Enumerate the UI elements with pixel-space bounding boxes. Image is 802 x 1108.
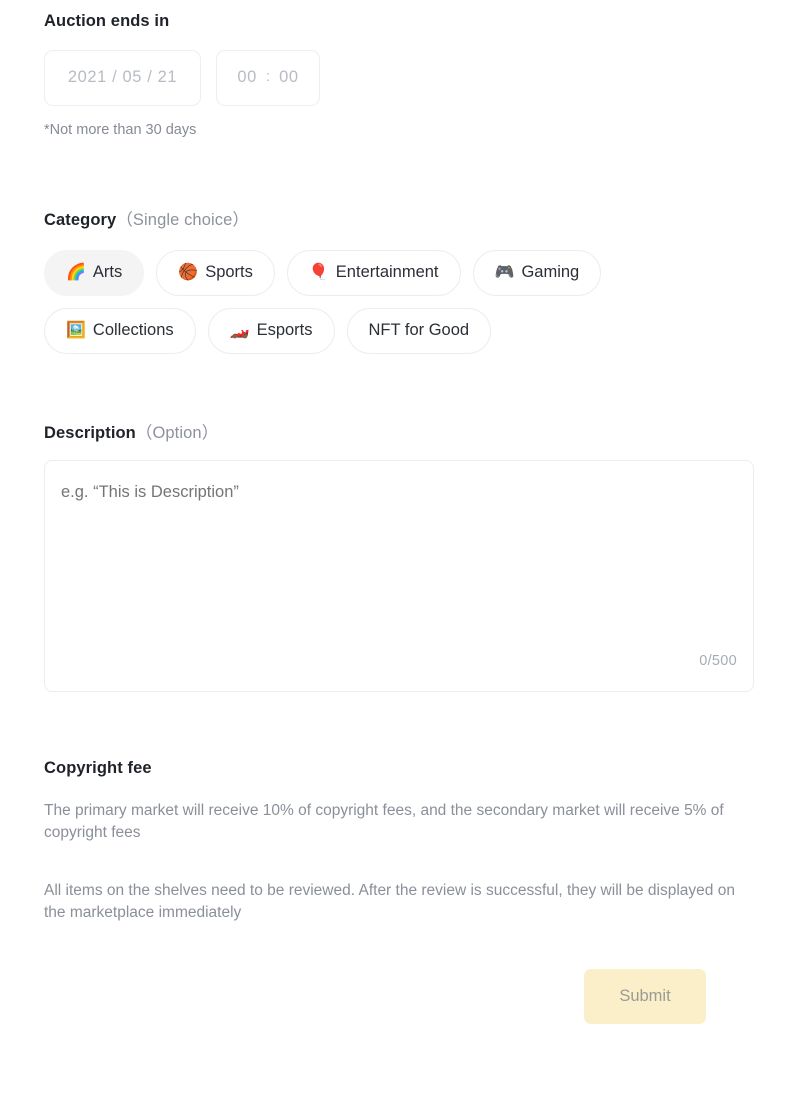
category-chip-label: Collections — [92, 321, 174, 340]
category-chip-entertainment[interactable]: 🎈 Entertainment — [286, 249, 461, 296]
category-title-text: Category — [44, 211, 117, 229]
description-section: Description（Option） 0/500 — [44, 425, 754, 692]
description-textarea[interactable] — [45, 460, 753, 691]
time-colon-separator-icon: : — [265, 68, 271, 85]
category-chip-label: Arts — [92, 263, 123, 282]
category-chip-gaming[interactable]: 🎮 Gaming — [472, 249, 602, 296]
auction-time-inner: 00 : 00 — [237, 68, 298, 87]
category-chip-esports[interactable]: 🏎️ Esports — [207, 307, 335, 354]
submit-row: Submit — [44, 969, 754, 1024]
auction-section: Auction ends in 2021 / 05 / 21 00 : 00 *… — [44, 13, 320, 137]
category-chip-label: Gaming — [521, 263, 580, 282]
auction-time-hour: 00 — [237, 68, 257, 86]
auction-time-input[interactable]: 00 : 00 — [216, 49, 320, 106]
category-subtitle-text: （Single choice） — [116, 211, 249, 229]
category-chip-label: Entertainment — [335, 263, 439, 282]
racing-car-icon: 🏎️ — [229, 321, 250, 339]
category-section: Category（Single choice） 🌈 Arts 🏀 Sports … — [44, 212, 744, 354]
auction-time-minute: 00 — [279, 68, 299, 86]
category-section-title: Category（Single choice） — [44, 212, 744, 229]
category-chip-sports[interactable]: 🏀 Sports — [156, 249, 275, 296]
description-char-counter: 0/500 — [699, 652, 737, 669]
video-game-controller-icon: 🎮 — [494, 263, 515, 281]
description-title-text: Description — [44, 424, 136, 442]
submit-button[interactable]: Submit — [584, 969, 706, 1024]
auction-date-placeholder: 2021 / 05 / 21 — [67, 68, 178, 86]
category-chip-nft-for-good[interactable]: NFT for Good — [346, 307, 492, 354]
description-textarea-wrapper[interactable]: 0/500 — [44, 459, 754, 692]
auction-duration-hint: *Not more than 30 days — [44, 121, 197, 138]
auction-date-input[interactable]: 2021 / 05 / 21 — [44, 49, 201, 106]
description-section-title: Description（Option） — [44, 425, 754, 442]
category-chip-label: Sports — [205, 263, 253, 282]
description-subtitle-text: （Option） — [135, 424, 219, 442]
copyright-fee-section: Copyright fee The primary market will re… — [44, 760, 754, 939]
framed-picture-icon: 🖼️ — [66, 321, 86, 339]
auction-section-title: Auction ends in — [44, 12, 170, 30]
copyright-fee-description: The primary market will receive 10% of c… — [44, 801, 724, 841]
balloon-icon: 🎈 — [308, 263, 329, 281]
category-chip-arts[interactable]: 🌈 Arts — [44, 249, 145, 296]
category-chip-label: NFT for Good — [368, 321, 470, 340]
basketball-icon: 🏀 — [178, 263, 199, 281]
auction-inputs-row: 2021 / 05 / 21 00 : 00 — [44, 49, 320, 106]
category-chip-label: Esports — [256, 321, 313, 340]
category-chip-collections[interactable]: 🖼️ Collections — [44, 307, 196, 354]
rainbow-icon: 🌈 — [66, 263, 86, 281]
review-notice-text: All items on the shelves need to be revi… — [44, 881, 735, 921]
category-chip-group: 🌈 Arts 🏀 Sports 🎈 Entertainment 🎮 Gaming… — [44, 249, 684, 354]
create-nft-form-page: Auction ends in 2021 / 05 / 21 00 : 00 *… — [0, 0, 802, 1108]
copyright-fee-title: Copyright fee — [44, 759, 152, 777]
